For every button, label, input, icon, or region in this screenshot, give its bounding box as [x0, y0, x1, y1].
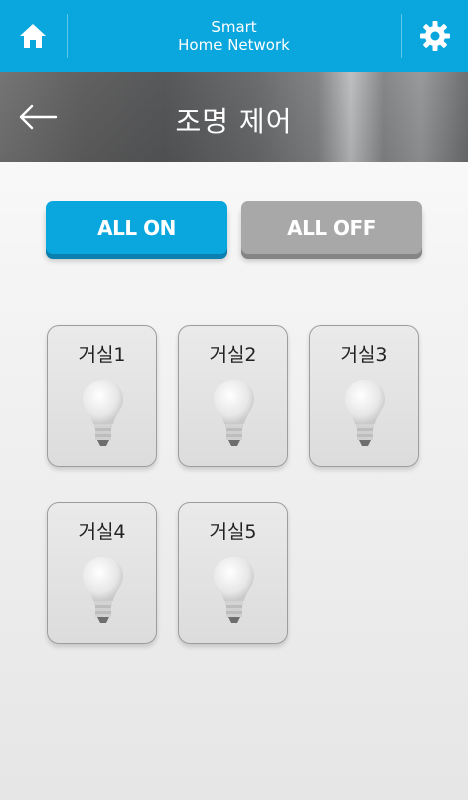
light-label: 거실4 — [78, 521, 126, 543]
light-tile-2[interactable]: 거실2 — [178, 325, 288, 467]
light-bulb-icon — [83, 380, 123, 446]
top-bar: Smart Home Network — [0, 0, 468, 72]
app-title-line1: Smart — [211, 18, 257, 36]
all-off-button[interactable]: ALL OFF — [241, 201, 422, 254]
page-title: 조명 제어 — [175, 105, 293, 138]
light-label: 거실5 — [209, 521, 257, 543]
light-label: 거실1 — [78, 344, 126, 366]
all-on-button[interactable]: ALL ON — [46, 201, 227, 254]
arrow-left-icon — [19, 104, 58, 130]
home-icon — [20, 24, 46, 48]
light-bulb-icon — [83, 557, 123, 623]
light-label: 거실3 — [340, 344, 388, 366]
app-title: Smart Home Network — [68, 18, 400, 54]
home-button[interactable] — [0, 0, 66, 72]
light-bulb-icon — [214, 380, 254, 446]
back-button[interactable] — [12, 92, 64, 142]
light-bulb-icon — [345, 380, 385, 446]
light-bulb-icon — [214, 557, 254, 623]
light-label: 거실2 — [209, 344, 257, 366]
app-title-line2: Home Network — [178, 36, 290, 54]
light-tile-4[interactable]: 거실4 — [47, 502, 157, 644]
gear-icon — [420, 21, 450, 51]
light-tile-5[interactable]: 거실5 — [178, 502, 288, 644]
page-banner: 조명 제어 — [0, 72, 468, 162]
light-tile-1[interactable]: 거실1 — [47, 325, 157, 467]
light-tile-3[interactable]: 거실3 — [309, 325, 419, 467]
settings-button[interactable] — [402, 0, 468, 72]
